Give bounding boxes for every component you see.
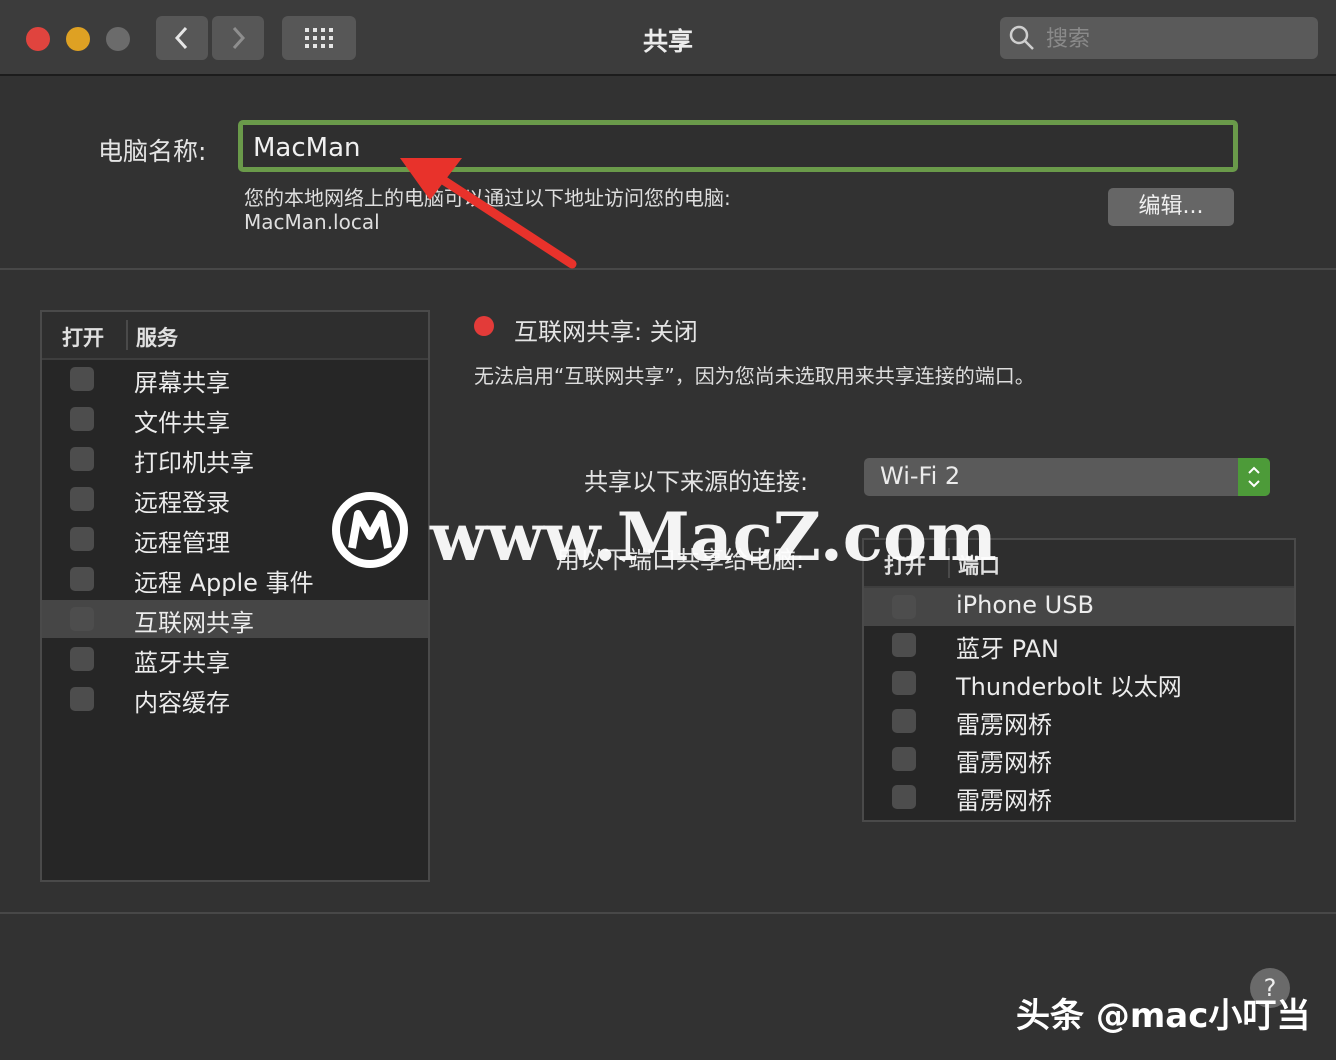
list-item[interactable]: 雷雳网桥 bbox=[864, 778, 1294, 816]
ports-list[interactable]: 打开 端口 iPhone USB 蓝牙 PAN Thunderbolt 以太网 雷雳网… bbox=[862, 538, 1296, 822]
popup-stepper-icon bbox=[1238, 458, 1270, 496]
enable-checkbox[interactable] bbox=[892, 595, 916, 619]
list-item[interactable]: 蓝牙 PAN bbox=[864, 626, 1294, 664]
share-from-value: Wi-Fi 2 bbox=[880, 462, 961, 490]
enable-checkbox[interactable] bbox=[70, 407, 94, 431]
search-icon bbox=[1009, 25, 1034, 50]
column-header-service[interactable]: 服务 bbox=[136, 322, 178, 352]
status-indicator bbox=[474, 316, 494, 336]
list-item-label: 雷雳网桥 bbox=[956, 749, 1052, 777]
computer-name-input[interactable] bbox=[251, 129, 1215, 167]
credit-text: 头条 @mac小叮当 bbox=[1016, 996, 1311, 1036]
enable-checkbox[interactable] bbox=[892, 671, 916, 695]
search-input[interactable] bbox=[1044, 17, 1308, 61]
list-item[interactable]: iPhone USB bbox=[864, 588, 1294, 626]
search-field[interactable] bbox=[1000, 17, 1318, 61]
list-item[interactable]: 蓝牙共享 bbox=[42, 640, 428, 678]
services-list[interactable]: 打开 服务 屏幕共享文件共享打印机共享远程登录远程管理远程 Apple 事件 互联… bbox=[40, 310, 430, 882]
local-hostname: MacMan.local bbox=[244, 210, 380, 234]
list-item-label: Thunderbolt 以太网 bbox=[956, 673, 1182, 701]
watermark-logo-icon bbox=[332, 492, 408, 568]
enable-checkbox[interactable] bbox=[70, 607, 94, 631]
status-text: 互联网共享: 关闭 bbox=[514, 318, 698, 346]
list-item-label: 内容缓存 bbox=[134, 689, 230, 717]
list-item-label: 雷雳网桥 bbox=[956, 711, 1052, 739]
list-item-label: 屏幕共享 bbox=[134, 369, 230, 397]
enable-checkbox[interactable] bbox=[70, 487, 94, 511]
section-divider bbox=[0, 268, 1336, 270]
list-item-label: 雷雳网桥 bbox=[956, 787, 1052, 815]
list-item[interactable]: Thunderbolt 以太网 bbox=[864, 664, 1294, 702]
enable-checkbox[interactable] bbox=[70, 567, 94, 591]
edit-button[interactable]: 编辑... bbox=[1108, 188, 1234, 226]
list-item[interactable]: 雷雳网桥 bbox=[864, 740, 1294, 778]
enable-checkbox[interactable] bbox=[892, 709, 916, 733]
column-divider bbox=[126, 320, 128, 350]
list-item[interactable]: 内容缓存 bbox=[42, 680, 428, 718]
enable-checkbox[interactable] bbox=[892, 747, 916, 771]
list-item-label: 远程登录 bbox=[134, 489, 230, 517]
watermark-text: www.MacZ.com bbox=[430, 498, 997, 576]
status-message: 无法启用“互联网共享”，因为您尚未选取用来共享连接的端口。 bbox=[474, 364, 1035, 388]
enable-checkbox[interactable] bbox=[70, 367, 94, 391]
enable-checkbox[interactable] bbox=[70, 527, 94, 551]
computer-name-field[interactable] bbox=[238, 120, 1238, 172]
local-address-info: 您的本地网络上的电脑可以通过以下地址访问您的电脑: bbox=[244, 186, 731, 210]
list-item[interactable]: 互联网共享 bbox=[42, 600, 428, 638]
toolbar: 共享 bbox=[0, 0, 1336, 76]
services-list-header: 打开 服务 bbox=[42, 312, 428, 360]
share-from-label: 共享以下来源的连接: bbox=[584, 468, 809, 496]
list-item-label: 蓝牙共享 bbox=[134, 649, 230, 677]
enable-checkbox[interactable] bbox=[892, 785, 916, 809]
list-item-label: iPhone USB bbox=[956, 591, 1094, 619]
list-item-label: 蓝牙 PAN bbox=[956, 635, 1059, 663]
list-item[interactable]: 打印机共享 bbox=[42, 440, 428, 478]
share-from-popup[interactable]: Wi-Fi 2 bbox=[864, 458, 1270, 496]
enable-checkbox[interactable] bbox=[70, 647, 94, 671]
list-item[interactable]: 屏幕共享 bbox=[42, 360, 428, 398]
computer-name-label: 电脑名称: bbox=[98, 137, 207, 166]
bottom-divider bbox=[0, 912, 1336, 914]
column-header-on[interactable]: 打开 bbox=[62, 322, 104, 352]
enable-checkbox[interactable] bbox=[892, 633, 916, 657]
list-item[interactable]: 文件共享 bbox=[42, 400, 428, 438]
enable-checkbox[interactable] bbox=[70, 687, 94, 711]
enable-checkbox[interactable] bbox=[70, 447, 94, 471]
list-item-label: 远程 Apple 事件 bbox=[134, 569, 314, 597]
list-item-label: 打印机共享 bbox=[134, 449, 254, 477]
list-item-label: 文件共享 bbox=[134, 409, 230, 437]
list-item-label: 远程管理 bbox=[134, 529, 230, 557]
list-item[interactable]: 雷雳网桥 bbox=[864, 702, 1294, 740]
list-item-label: 互联网共享 bbox=[134, 609, 254, 637]
